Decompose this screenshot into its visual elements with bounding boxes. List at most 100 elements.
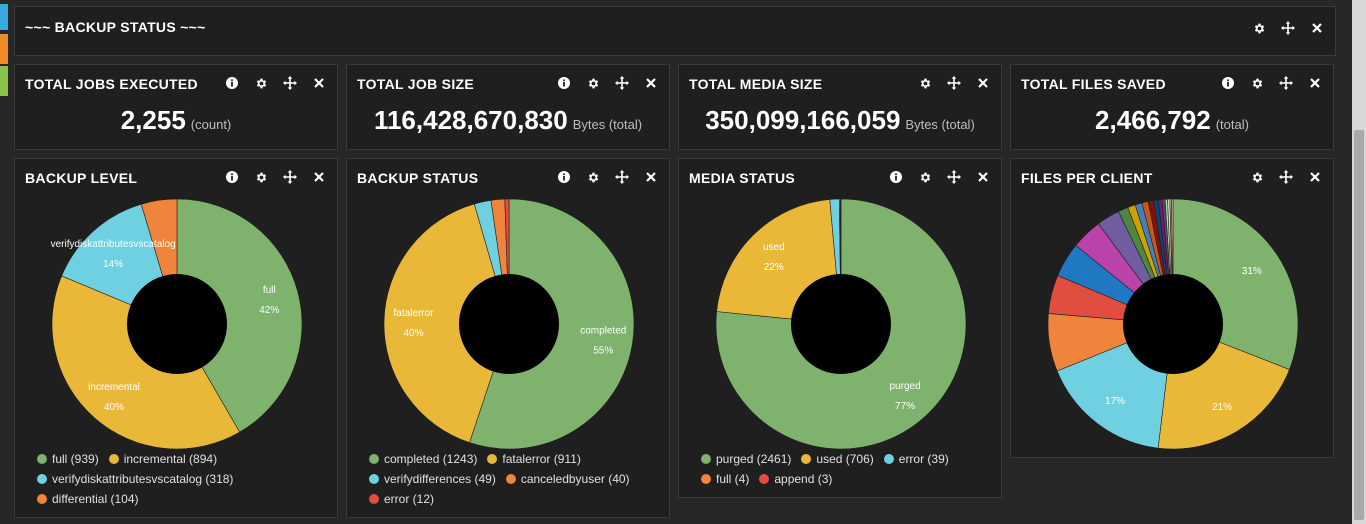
donut-hole: [459, 274, 559, 374]
gear-icon[interactable]: [917, 169, 933, 185]
gear-icon[interactable]: [1251, 20, 1267, 36]
legend-item-verifydiskattributesvscatalog[interactable]: verifydiskattributesvscatalog (318): [37, 472, 233, 486]
metric-value: 116,428,670,830: [373, 105, 568, 135]
panel-tools: [224, 75, 327, 91]
metric-unit: (total): [1215, 117, 1249, 132]
chart-panel-media-status: MEDIA STATUS purged 77% used 22% purged (24…: [678, 158, 1002, 498]
slice-percent: 31%: [1242, 266, 1262, 277]
legend-row: full (939) incremental (894): [37, 449, 233, 469]
close-icon[interactable]: [311, 75, 327, 91]
legend-label: verifydifferences (49): [384, 472, 496, 486]
legend-label: differential (104): [52, 492, 139, 506]
sidebar-tab-orange[interactable]: [0, 34, 8, 64]
legend-item-error[interactable]: error (12): [369, 492, 434, 506]
panel-tools: [917, 75, 991, 91]
slice-label: incremental: [88, 382, 140, 393]
scrollbar-thumb[interactable]: [1354, 130, 1364, 520]
media-status-donut: purged 77% used 22%: [715, 198, 967, 450]
legend-dot: [505, 474, 516, 484]
panel-title: TOTAL JOBS EXECUTED: [25, 76, 198, 92]
legend-label: purged (2461): [716, 452, 792, 466]
slice-percent: 40%: [404, 328, 424, 339]
sidebar-tab-blue[interactable]: [0, 4, 8, 30]
dashboard-title: ~~~ BACKUP STATUS ~~~: [25, 19, 206, 35]
move-icon[interactable]: [282, 75, 298, 91]
legend-item-incremental[interactable]: incremental (894): [108, 452, 218, 466]
move-icon[interactable]: [946, 169, 962, 185]
legend-item-completed[interactable]: completed (1243): [369, 452, 477, 466]
legend: purged (2461) used (706) error (39) full…: [701, 449, 949, 489]
close-icon[interactable]: [975, 169, 991, 185]
move-icon[interactable]: [1278, 169, 1294, 185]
info-icon[interactable]: [556, 169, 572, 185]
slice-percent: 42%: [259, 305, 279, 316]
gear-icon[interactable]: [585, 75, 601, 91]
panel-title: MEDIA STATUS: [689, 170, 796, 186]
move-icon[interactable]: [614, 169, 630, 185]
move-icon[interactable]: [1280, 20, 1296, 36]
legend-item-error[interactable]: error (39): [883, 452, 949, 466]
slice-label: completed: [580, 325, 626, 336]
close-icon[interactable]: [975, 75, 991, 91]
legend-dot: [701, 474, 711, 484]
legend-item-purged[interactable]: purged (2461): [701, 452, 791, 466]
legend-item-canceledbyuser[interactable]: canceledbyuser (40): [505, 472, 630, 486]
gear-icon[interactable]: [917, 75, 933, 91]
metric-display: 2,466,792 (total): [1011, 105, 1333, 136]
legend-label: incremental (894): [123, 452, 218, 466]
gear-icon[interactable]: [1249, 169, 1265, 185]
legend-row: differential (104): [37, 489, 233, 509]
panel-tools: [1249, 169, 1323, 185]
legend-label: completed (1243): [384, 452, 478, 466]
slice-percent: 55%: [593, 345, 613, 356]
page-scrollbar[interactable]: [1352, 0, 1366, 524]
info-icon[interactable]: [888, 169, 904, 185]
donut-hole: [1123, 274, 1223, 374]
close-icon[interactable]: [311, 169, 327, 185]
legend-row: error (12): [369, 489, 630, 509]
close-icon[interactable]: [1307, 75, 1323, 91]
legend-dot: [883, 454, 894, 464]
move-icon[interactable]: [946, 75, 962, 91]
legend-item-full[interactable]: full (4): [701, 472, 749, 486]
panel-tools: [224, 169, 327, 185]
sidebar-tab-green[interactable]: [0, 66, 8, 96]
close-icon[interactable]: [1307, 169, 1323, 185]
legend-item-used[interactable]: used (706): [801, 452, 874, 466]
legend-item-append[interactable]: append (3): [759, 472, 832, 486]
legend-item-verifydifferences[interactable]: verifydifferences (49): [369, 472, 496, 486]
close-icon[interactable]: [1309, 20, 1325, 36]
legend-item-full[interactable]: full (939): [37, 452, 99, 466]
legend-dot: [759, 474, 770, 484]
move-icon[interactable]: [614, 75, 630, 91]
close-icon[interactable]: [643, 169, 659, 185]
metric-value: 2,466,792: [1095, 105, 1211, 135]
legend-item-differential[interactable]: differential (104): [37, 492, 139, 506]
info-icon[interactable]: [556, 75, 572, 91]
slice-percent: 17%: [1105, 396, 1125, 407]
slice-percent: 77%: [895, 401, 915, 412]
legend-row: verifydifferences (49) canceledbyuser (4…: [369, 469, 630, 489]
legend-row: completed (1243) fatalerror (911): [369, 449, 630, 469]
metric-display: 350,099,166,059 Bytes (total): [679, 105, 1001, 136]
metric-value: 350,099,166,059: [705, 105, 901, 135]
move-icon[interactable]: [282, 169, 298, 185]
close-icon[interactable]: [643, 75, 659, 91]
info-icon[interactable]: [224, 169, 240, 185]
legend-item-fatalerror[interactable]: fatalerror (911): [487, 452, 581, 466]
metric-value: 2,255: [120, 105, 186, 135]
panel-title: FILES PER CLIENT: [1021, 170, 1153, 186]
legend-dot: [108, 454, 119, 464]
legend-label: canceledbyuser (40): [520, 472, 630, 486]
gear-icon[interactable]: [253, 169, 269, 185]
gear-icon[interactable]: [1249, 75, 1265, 91]
metric-unit: Bytes (total): [905, 117, 975, 132]
info-icon[interactable]: [1220, 75, 1236, 91]
move-icon[interactable]: [1278, 75, 1294, 91]
info-icon[interactable]: [224, 75, 240, 91]
gear-icon[interactable]: [253, 75, 269, 91]
slice-label: full: [263, 285, 276, 296]
gear-icon[interactable]: [585, 169, 601, 185]
legend-dot: [369, 454, 379, 464]
chart-panel-files-per-client: FILES PER CLIENT 31% 21% 17%: [1010, 158, 1334, 458]
